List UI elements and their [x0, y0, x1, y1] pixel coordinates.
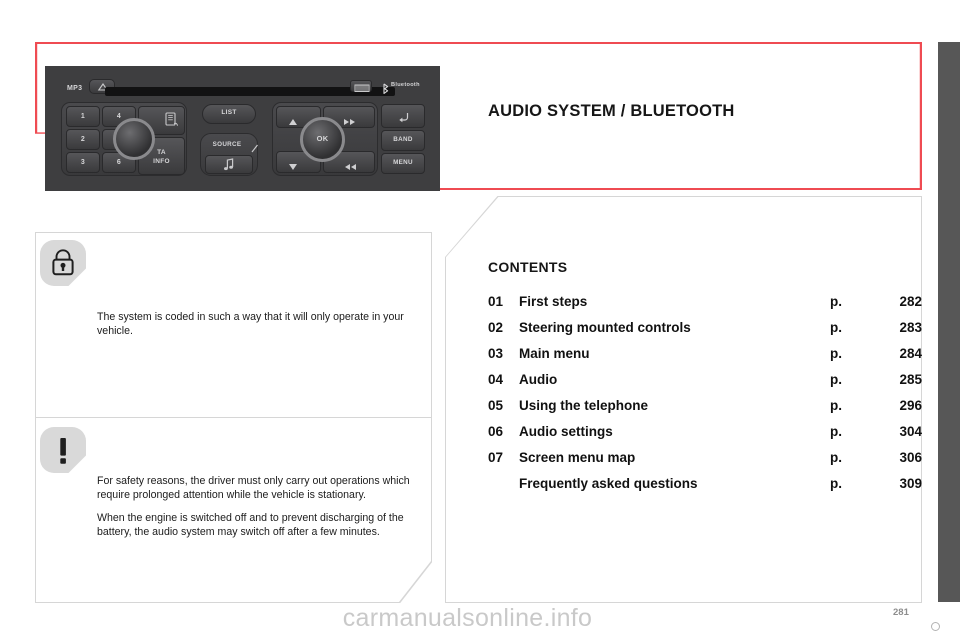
toc-page-prefix: p.: [830, 476, 842, 491]
toc-page-number: 282: [899, 294, 922, 309]
toc-number: 03: [488, 346, 504, 361]
toc-page-number: 309: [899, 476, 922, 491]
book-note-glyph: [165, 112, 179, 133]
cd-slot-icon: [354, 84, 370, 92]
list-label: LIST: [221, 109, 237, 116]
toc-number: 04: [488, 372, 504, 387]
toc-page-prefix: p.: [830, 346, 842, 361]
toc-number: 01: [488, 294, 504, 309]
book-note-icon: [165, 112, 178, 126]
toc-label: Using the telephone: [519, 398, 649, 413]
toc-label: Steering mounted controls: [519, 320, 691, 335]
toc-page-number: 304: [899, 424, 922, 439]
toc-page-prefix: p.: [830, 424, 842, 439]
toc-page-number: 306: [899, 450, 922, 465]
music-note-icon: [224, 158, 234, 171]
pen-glyph: [251, 140, 259, 158]
toc-row[interactable]: Frequently asked questions p. 309: [488, 476, 922, 502]
notes-divider: [36, 417, 431, 418]
preset-3-label: 3: [80, 159, 86, 166]
back-glyph: [398, 110, 410, 128]
toc-page-prefix: p.: [830, 372, 842, 387]
toc-page-prefix: p.: [830, 398, 842, 413]
toc-row[interactable]: 06 Audio settings p. 304: [488, 424, 922, 450]
toc-row[interactable]: 03 Main menu p. 284: [488, 346, 922, 372]
toc-row[interactable]: 04 Audio p. 285: [488, 372, 922, 398]
page-edge-strip: [938, 42, 960, 602]
note-paragraph: The system is coded in such a way that i…: [97, 311, 404, 337]
toc-row[interactable]: 05 Using the telephone p. 296: [488, 398, 922, 424]
toc-page-prefix: p.: [830, 450, 842, 465]
contents-list: 01 First steps p. 282 02 Steering mounte…: [488, 294, 922, 502]
toc-number: 02: [488, 320, 504, 335]
page-number: 281: [893, 607, 909, 618]
band-label: BAND: [393, 136, 413, 143]
note-text-coded: The system is coded in such a way that i…: [97, 311, 413, 339]
toc-page-number: 283: [899, 320, 922, 335]
toc-number: 05: [488, 398, 504, 413]
toc-row[interactable]: 02 Steering mounted controls p. 283: [488, 320, 922, 346]
car-audio-head-unit-image: MP3 Bluetooth 1 4 2 5 3 6: [45, 66, 440, 191]
toc-number: 07: [488, 450, 504, 465]
info-label: INFO: [153, 158, 170, 165]
toc-page-prefix: p.: [830, 294, 842, 309]
music-note-glyph: [223, 158, 235, 176]
volume-knob: [113, 118, 155, 160]
cd-icon-button: [350, 80, 372, 92]
ok-label: OK: [316, 134, 329, 143]
toc-page-number: 284: [899, 346, 922, 361]
rewind-icon: [345, 164, 356, 170]
toc-row[interactable]: 07 Screen menu map p. 306: [488, 450, 922, 476]
note-text-safety: For safety reasons, the driver must only…: [97, 475, 419, 540]
fast-forward-glyph: [343, 113, 357, 131]
fast-forward-icon: [344, 119, 355, 125]
bluetooth-badge: [381, 81, 390, 99]
note-paragraph: When the engine is switched off and to p…: [97, 511, 404, 538]
pen-icon: [251, 144, 258, 153]
toc-page-number: 296: [899, 398, 922, 413]
preset-1-label: 1: [80, 113, 86, 120]
menu-label: MENU: [393, 159, 413, 166]
back-return-icon: [399, 113, 409, 123]
rewind-glyph: [343, 158, 357, 176]
toc-label: Audio settings: [519, 424, 613, 439]
bluetooth-icon: [383, 83, 389, 94]
toc-label: Screen menu map: [519, 450, 636, 465]
toc-page-number: 285: [899, 372, 922, 387]
preset-2-label: 2: [80, 136, 86, 143]
down-arrow-icon: [289, 164, 297, 170]
note-paragraph: For safety reasons, the driver must only…: [97, 475, 410, 501]
toc-label: Frequently asked questions: [519, 476, 698, 491]
contents-heading: CONTENTS: [488, 259, 568, 275]
nav-up-glyph: [288, 113, 298, 131]
toc-page-prefix: p.: [830, 320, 842, 335]
source-label: SOURCE: [212, 141, 242, 148]
page-title: AUDIO SYSTEM / BLUETOOTH: [488, 102, 735, 120]
toc-row[interactable]: 01 First steps p. 282: [488, 294, 922, 320]
bluetooth-wordmark: Bluetooth: [391, 82, 420, 88]
headunit-mp3-label: MP3: [67, 85, 83, 92]
nav-down-glyph: [288, 158, 298, 176]
preset-6-label: 6: [116, 159, 122, 166]
toc-label: First steps: [519, 294, 588, 309]
site-watermark: carmanualsonline.info: [342, 604, 593, 632]
toc-number: 06: [488, 424, 504, 439]
corner-dot: [931, 622, 940, 631]
toc-label: Audio: [519, 372, 558, 387]
up-arrow-icon: [289, 119, 297, 125]
toc-label: Main menu: [519, 346, 590, 361]
